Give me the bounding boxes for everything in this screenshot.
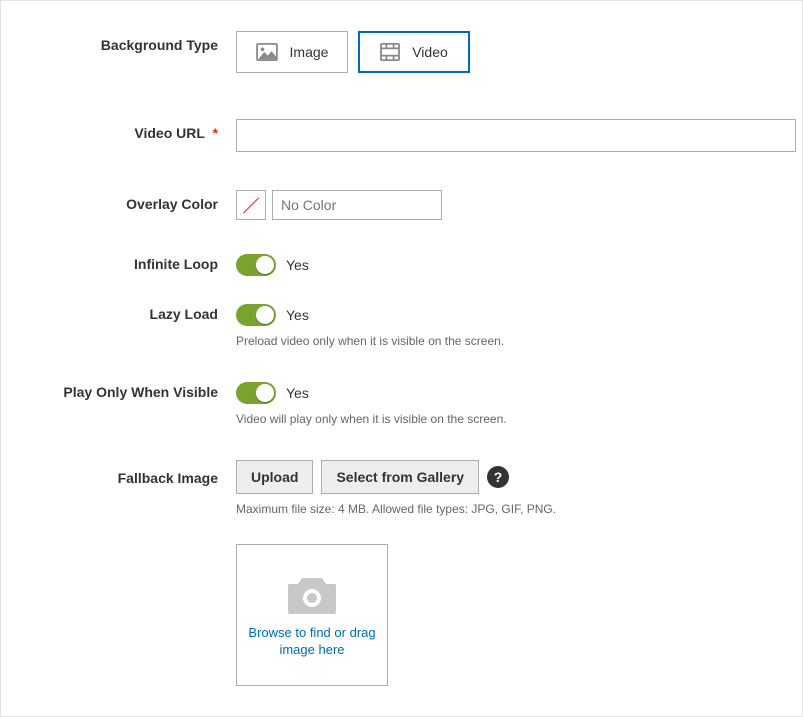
label-infinite-loop: Infinite Loop (1, 254, 236, 276)
option-image-label: Image (290, 44, 329, 60)
help-icon[interactable]: ? (487, 466, 509, 488)
option-video-label: Video (412, 44, 448, 60)
dropzone-text: Browse to find or drag image here (237, 625, 387, 659)
control-background-type: Image Video (236, 31, 802, 73)
fallback-buttons-row: Upload Select from Gallery ? (236, 460, 802, 494)
fallback-image-helper: Maximum file size: 4 MB. Allowed file ty… (236, 502, 802, 516)
select-from-gallery-button[interactable]: Select from Gallery (321, 460, 479, 494)
background-type-image-option[interactable]: Image (236, 31, 348, 73)
infinite-loop-toggle[interactable] (236, 254, 276, 276)
field-video-url: Video URL * (1, 119, 802, 152)
control-lazy-load: Yes Preload video only when it is visibl… (236, 304, 802, 348)
background-type-options: Image Video (236, 31, 802, 73)
overlay-color-swatch[interactable] (236, 190, 266, 220)
lazy-load-helper: Preload video only when it is visible on… (236, 334, 802, 348)
video-icon (380, 43, 400, 61)
label-video-url-text: Video URL (134, 125, 204, 141)
infinite-loop-row: Yes (236, 254, 802, 276)
label-fallback-image: Fallback Image (1, 460, 236, 686)
field-play-only-visible: Play Only When Visible Yes Video will pl… (1, 382, 802, 426)
upload-button[interactable]: Upload (236, 460, 313, 494)
label-background-type: Background Type (1, 31, 236, 73)
background-settings-panel: Background Type Image Video (0, 0, 803, 717)
lazy-load-toggle[interactable] (236, 304, 276, 326)
control-video-url (236, 119, 802, 152)
field-infinite-loop: Infinite Loop Yes (1, 254, 802, 276)
infinite-loop-value: Yes (286, 257, 309, 273)
play-only-visible-helper: Video will play only when it is visible … (236, 412, 802, 426)
video-url-input[interactable] (236, 119, 796, 152)
field-lazy-load: Lazy Load Yes Preload video only when it… (1, 304, 802, 348)
label-video-url: Video URL * (1, 119, 236, 152)
label-play-only-visible: Play Only When Visible (1, 382, 236, 426)
required-mark: * (213, 125, 218, 141)
control-play-only-visible: Yes Video will play only when it is visi… (236, 382, 802, 426)
field-background-type: Background Type Image Video (1, 31, 802, 73)
field-fallback-image: Fallback Image Upload Select from Galler… (1, 460, 802, 686)
background-type-video-option[interactable]: Video (358, 31, 470, 73)
lazy-load-value: Yes (286, 307, 309, 323)
control-overlay-color (236, 190, 802, 220)
play-only-visible-value: Yes (286, 385, 309, 401)
image-icon (256, 43, 278, 61)
label-overlay-color: Overlay Color (1, 190, 236, 220)
field-overlay-color: Overlay Color (1, 190, 802, 220)
fallback-image-dropzone[interactable]: Browse to find or drag image here (236, 544, 388, 686)
overlay-color-row (236, 190, 802, 220)
control-infinite-loop: Yes (236, 254, 802, 276)
lazy-load-row: Yes (236, 304, 802, 326)
play-only-visible-toggle[interactable] (236, 382, 276, 404)
control-fallback-image: Upload Select from Gallery ? Maximum fil… (236, 460, 802, 686)
play-only-visible-row: Yes (236, 382, 802, 404)
camera-icon (284, 572, 340, 619)
label-lazy-load: Lazy Load (1, 304, 236, 348)
overlay-color-input[interactable] (272, 190, 442, 220)
